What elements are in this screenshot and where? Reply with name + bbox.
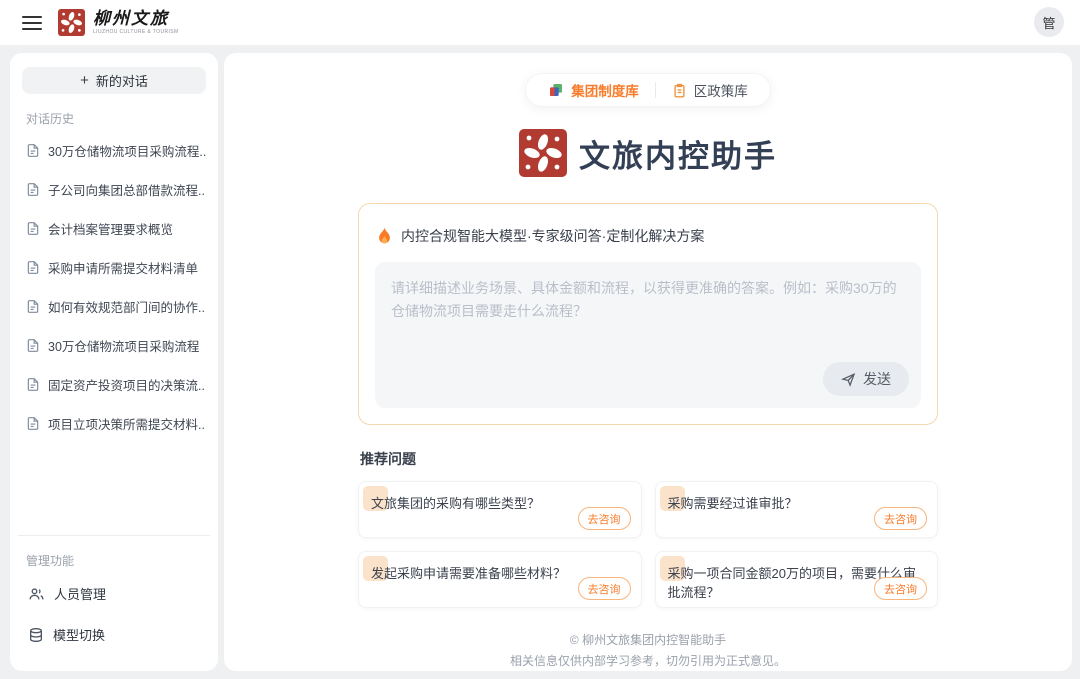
admin-item-label: 模型切换 — [53, 625, 105, 644]
database-icon — [28, 627, 44, 643]
document-icon — [26, 299, 40, 314]
main-panel: 集团制度库 区政策库 文旅内控助手 内控合规智能大模型·专家 — [224, 53, 1072, 671]
brand-name: 柳州文旅 — [93, 10, 179, 27]
suggestion-card[interactable]: 采购需要经过谁审批？ 去咨询 — [655, 481, 939, 538]
tagline-text: 内控合规智能大模型·专家级问答·定制化解决方案 — [401, 226, 704, 246]
plus-icon: + — [80, 72, 89, 89]
send-button[interactable]: 发送 — [823, 362, 909, 396]
new-chat-button[interactable]: + 新的对话 — [22, 67, 206, 94]
suggestions-grid: 文旅集团的采购有哪些类型？ 去咨询 采购需要经过谁审批？ 去咨询 发起采购申请需… — [358, 481, 938, 608]
chat-history-item[interactable]: 项目立项决策所需提交材料... — [22, 404, 206, 443]
document-icon — [26, 260, 40, 275]
sidebar: + 新的对话 对话历史 30万仓储物流项目采购流程... 子公司向集团总部借款流… — [10, 53, 218, 671]
chat-history-label: 项目立项决策所需提交材料... — [48, 414, 206, 433]
tab-group-policy-library[interactable]: 集团制度库 — [532, 74, 655, 106]
page-title: 文旅内控助手 — [579, 131, 777, 176]
footer-copyright: © 柳州文旅集团内控智能助手 — [358, 630, 938, 650]
footer-disclaimer: 相关信息仅供内部学习参考，切勿引用为正式意见。 — [358, 651, 938, 671]
send-label: 发送 — [863, 369, 891, 389]
go-consult-button[interactable]: 去咨询 — [874, 577, 927, 600]
chat-history-item[interactable]: 如何有效规范部门间的协作... — [22, 287, 206, 326]
app-hero: 文旅内控助手 — [519, 129, 777, 177]
suggestion-card[interactable]: 采购一项合同金额20万的项目，需要什么审批流程？ 去咨询 — [655, 551, 939, 608]
chat-history-label: 30万仓储物流项目采购流程... — [48, 141, 206, 160]
chat-history-item[interactable]: 固定资产投资项目的决策流... — [22, 365, 206, 404]
document-icon — [26, 221, 40, 236]
document-icon — [26, 338, 40, 353]
chat-history-item[interactable]: 30万仓储物流项目采购流程... — [22, 131, 206, 170]
input-zone: 发送 — [375, 262, 921, 408]
layers-icon — [548, 82, 564, 98]
chat-history-label: 固定资产投资项目的决策流... — [48, 375, 206, 394]
admin-section-title: 管理功能 — [26, 552, 202, 569]
sidebar-item-model-switch[interactable]: 模型切换 — [22, 614, 206, 655]
user-avatar[interactable]: 管 — [1034, 7, 1064, 37]
go-consult-button[interactable]: 去咨询 — [874, 507, 927, 530]
app-logo: 柳州文旅 LIUZHOU CULTURE & TOURISM — [58, 9, 179, 36]
chat-history-label: 如何有效规范部门间的协作... — [48, 297, 206, 316]
suggestion-card[interactable]: 发起采购申请需要准备哪些材料？ 去咨询 — [358, 551, 642, 608]
admin-item-label: 人员管理 — [54, 584, 106, 603]
tab-label: 区政策库 — [694, 80, 748, 100]
history-section-title: 对话历史 — [26, 110, 202, 127]
document-icon — [26, 143, 40, 158]
chat-history-item[interactable]: 会计档案管理要求概览 — [22, 209, 206, 248]
question-input-card: 内控合规智能大模型·专家级问答·定制化解决方案 发送 — [358, 203, 938, 425]
chat-history-label: 30万仓储物流项目采购流程 — [48, 336, 199, 355]
paper-plane-icon — [841, 372, 856, 387]
users-icon — [28, 586, 45, 602]
tab-district-policy-library[interactable]: 区政策库 — [656, 74, 764, 106]
chat-history-item[interactable]: 子公司向集团总部借款流程... — [22, 170, 206, 209]
document-icon — [26, 377, 40, 392]
seal-logo-icon-large — [519, 129, 567, 177]
knowledge-base-tabs: 集团制度库 区政策库 — [525, 73, 771, 107]
brand-subtitle: LIUZHOU CULTURE & TOURISM — [93, 30, 179, 35]
chat-history-label: 采购申请所需提交材料清单 — [48, 258, 198, 277]
chat-history-list: 30万仓储物流项目采购流程... 子公司向集团总部借款流程... 会计档案管理要… — [22, 131, 206, 529]
new-chat-label: 新的对话 — [96, 71, 148, 90]
menu-icon[interactable] — [22, 16, 42, 30]
flame-icon — [377, 227, 392, 245]
document-icon — [26, 416, 40, 431]
suggestion-card[interactable]: 文旅集团的采购有哪些类型？ 去咨询 — [358, 481, 642, 538]
sidebar-item-user-management[interactable]: 人员管理 — [22, 573, 206, 614]
suggestions-title: 推荐问题 — [360, 449, 936, 469]
chat-history-label: 子公司向集团总部借款流程... — [48, 180, 206, 199]
go-consult-button[interactable]: 去咨询 — [578, 577, 631, 600]
clipboard-icon — [672, 83, 687, 98]
tagline-row: 内控合规智能大模型·专家级问答·定制化解决方案 — [377, 226, 919, 246]
footer: © 柳州文旅集团内控智能助手 相关信息仅供内部学习参考，切勿引用为正式意见。 — [358, 630, 938, 671]
chat-history-item[interactable]: 采购申请所需提交材料清单 — [22, 248, 206, 287]
tab-label: 集团制度库 — [571, 80, 639, 100]
seal-logo-icon — [58, 9, 85, 36]
chat-history-item[interactable]: 30万仓储物流项目采购流程 — [22, 326, 206, 365]
top-header: 柳州文旅 LIUZHOU CULTURE & TOURISM 管 — [0, 0, 1080, 45]
document-icon — [26, 182, 40, 197]
sidebar-divider — [18, 535, 210, 536]
chat-history-label: 会计档案管理要求概览 — [48, 219, 173, 238]
go-consult-button[interactable]: 去咨询 — [578, 507, 631, 530]
